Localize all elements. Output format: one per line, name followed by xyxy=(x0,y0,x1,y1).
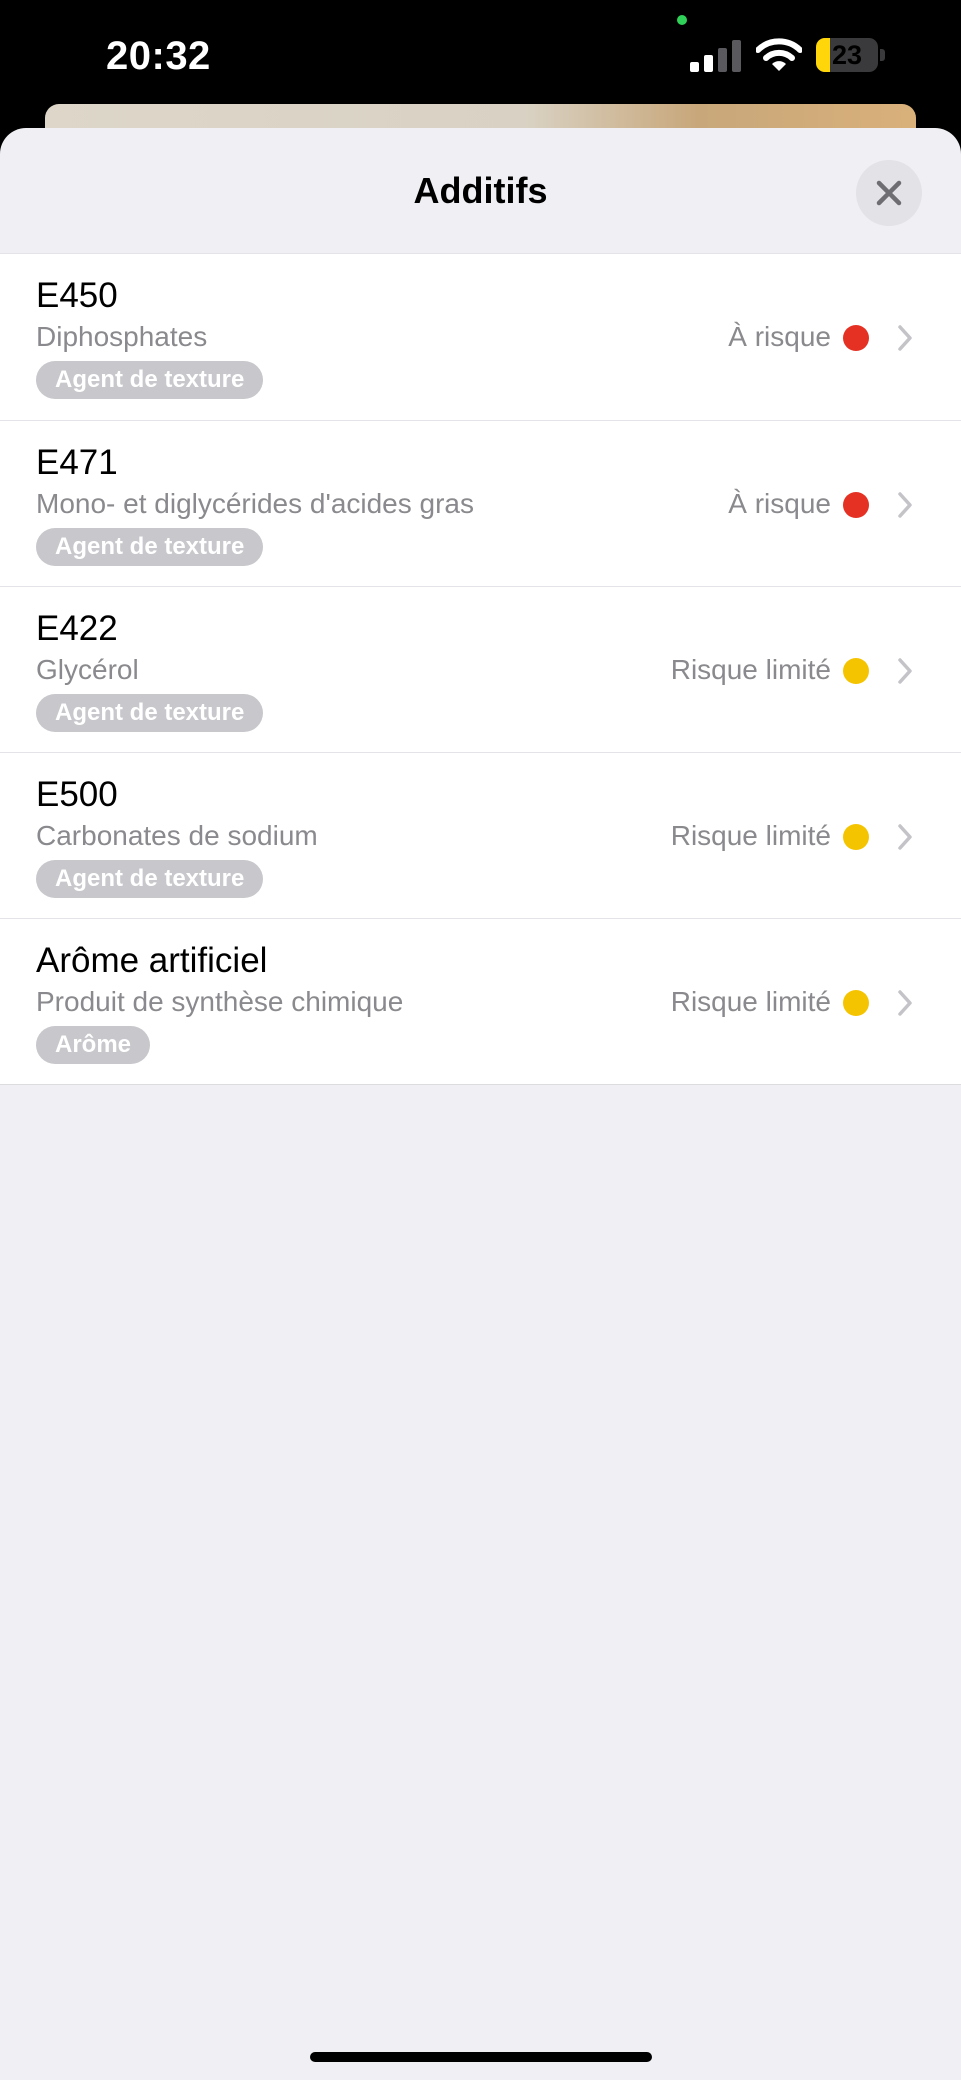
additive-code: E500 xyxy=(36,775,118,814)
additive-row[interactable]: E500 Carbonates de sodium Agent de texture… xyxy=(0,752,961,918)
additive-list: E450 Diphosphates Agent de texture À risque… xyxy=(0,253,961,1085)
additive-row[interactable]: E422 Glycérol Agent de texture Risque limit… xyxy=(0,586,961,752)
risk-indicator-dot xyxy=(843,990,869,1016)
additive-row[interactable]: E450 Diphosphates Agent de texture À risque xyxy=(0,254,961,420)
battery-level: 23 xyxy=(831,40,863,70)
chevron-right-icon xyxy=(898,492,912,518)
close-button[interactable] xyxy=(856,160,922,226)
category-tag: Agent de texture xyxy=(36,694,264,732)
risk-label: Risque limité xyxy=(670,654,831,685)
close-icon xyxy=(876,180,902,206)
risk-indicator-dot xyxy=(843,658,869,684)
risk-label: À risque xyxy=(728,488,831,519)
battery-icon: 23 xyxy=(816,38,886,72)
wifi-icon xyxy=(756,38,802,71)
category-tag: Agent de texture xyxy=(36,528,264,566)
status-time: 20:32 xyxy=(106,34,211,78)
additive-row[interactable]: E471 Mono- et diglycérides d'acides gras A… xyxy=(0,420,961,586)
additive-name: Mono- et diglycérides d'acides gras xyxy=(36,488,475,519)
additives-sheet: Additifs E450 Diphosphates Agent de textur… xyxy=(0,128,961,2080)
additive-name: Carbonates de sodium xyxy=(36,820,318,851)
category-tag: Agent de texture xyxy=(36,361,264,399)
sheet-title: Additifs xyxy=(413,170,548,211)
risk-label: Risque limité xyxy=(670,986,831,1017)
chevron-right-icon xyxy=(898,658,912,684)
chevron-right-icon xyxy=(898,824,912,850)
category-tag: Arôme xyxy=(36,1026,151,1064)
category-tag: Agent de texture xyxy=(36,860,264,898)
additive-code: E471 xyxy=(36,443,118,482)
risk-indicator-dot xyxy=(843,325,869,351)
additive-name: Produit de synthèse chimique xyxy=(36,986,404,1017)
additive-name: Diphosphates xyxy=(36,321,208,352)
signal-icon xyxy=(690,40,741,72)
chevron-right-icon xyxy=(898,990,912,1016)
privacy-indicator xyxy=(677,15,687,25)
home-indicator[interactable] xyxy=(310,2052,652,2062)
risk-label: À risque xyxy=(728,321,831,352)
additive-code: E422 xyxy=(36,609,118,648)
status-bar: 20:32 23 xyxy=(0,0,961,112)
risk-label: Risque limité xyxy=(670,820,831,851)
chevron-right-icon xyxy=(898,325,912,351)
additive-name: Glycérol xyxy=(36,654,139,685)
additive-row[interactable]: Arôme artificiel Produit de synthèse chim… xyxy=(0,918,961,1084)
risk-indicator-dot xyxy=(843,492,869,518)
additive-code: E450 xyxy=(36,276,118,315)
battery-body: 23 xyxy=(816,38,878,72)
risk-indicator-dot xyxy=(843,824,869,850)
battery-cap xyxy=(880,49,885,61)
additive-code: Arôme artificiel xyxy=(36,941,268,980)
